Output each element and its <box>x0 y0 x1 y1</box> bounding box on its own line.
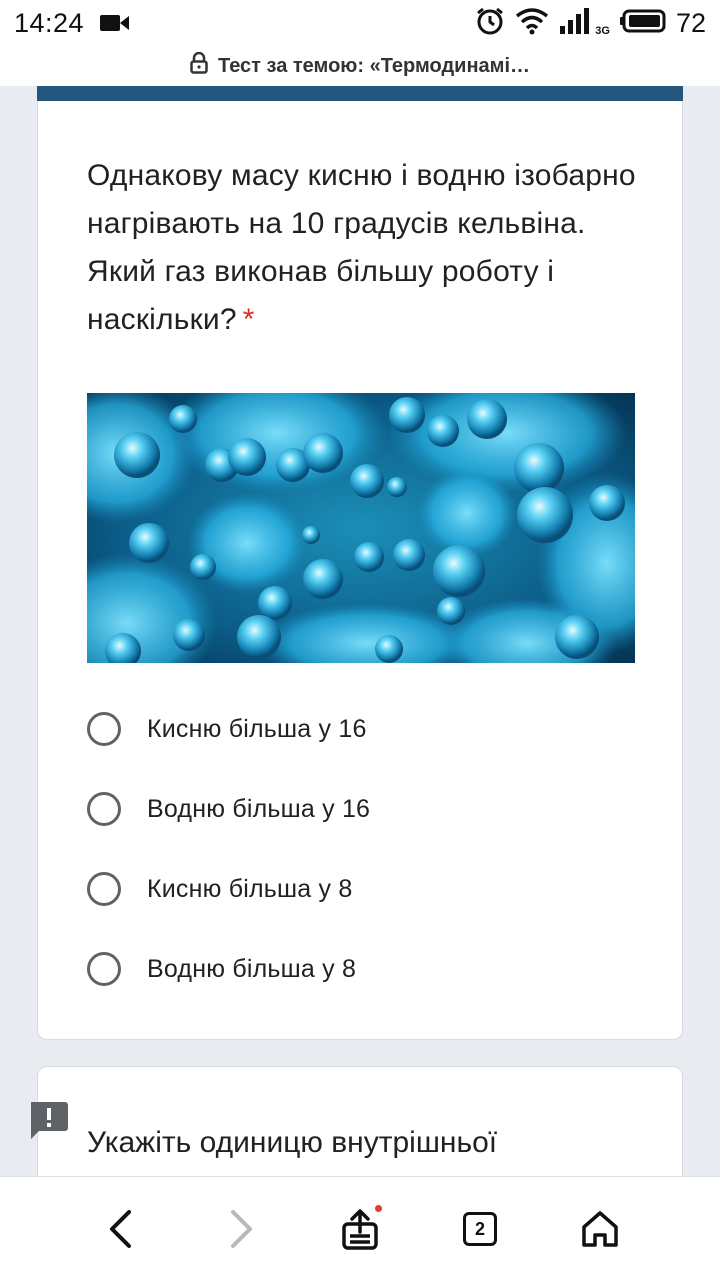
option-item[interactable]: Водню більша у 16 <box>87 769 647 849</box>
tab-count: 2 <box>463 1212 497 1246</box>
radio-button[interactable] <box>87 872 121 906</box>
option-item[interactable]: Кисню більша у 8 <box>87 849 647 929</box>
answer-options: Кисню більша у 16 Водню більша у 16 Кисн… <box>87 689 647 1009</box>
forward-icon[interactable] <box>220 1207 264 1251</box>
option-label: Водню більша у 16 <box>147 794 371 823</box>
status-bar: 14:24 3G 72 <box>0 0 720 46</box>
battery-level: 72 <box>675 8 706 38</box>
question-text: Однакову масу кисню і водню ізобарно наг… <box>87 159 636 336</box>
alarm-icon <box>475 6 505 41</box>
url-bar[interactable]: Тест за темою: «Термодинамі… <box>0 46 720 86</box>
wifi-icon <box>515 7 549 40</box>
option-item[interactable]: Водню більша у 8 <box>87 929 647 1009</box>
question-card: Однакову масу кисню і водню ізобарно наг… <box>37 86 683 1040</box>
bottom-nav: 2 <box>0 1176 720 1280</box>
network-type: 3G <box>595 24 610 37</box>
report-feedback-icon[interactable] <box>27 1100 69 1147</box>
question-image-bubbles <box>87 393 635 663</box>
option-label: Водню більша у 8 <box>147 954 357 983</box>
notification-dot <box>375 1205 382 1212</box>
radio-button[interactable] <box>87 792 121 826</box>
option-item[interactable]: Кисню більша у 16 <box>87 689 647 769</box>
radio-button[interactable] <box>87 712 121 746</box>
status-icons: 3G 72 <box>475 6 706 41</box>
next-question-title: Укажіть одиницю внутрішньої <box>87 1126 498 1159</box>
home-icon[interactable] <box>578 1207 622 1251</box>
battery-icon <box>619 9 666 38</box>
status-time: 14:24 <box>14 8 85 38</box>
option-label: Кисню більша у 8 <box>147 874 353 903</box>
back-icon[interactable] <box>98 1207 142 1251</box>
video-icon <box>100 13 130 38</box>
signal-icon <box>559 8 591 39</box>
required-mark: * <box>242 303 255 336</box>
lock-icon <box>190 51 208 80</box>
card-accent-bar <box>37 86 683 101</box>
radio-button[interactable] <box>87 952 121 986</box>
page-title: Тест за темою: «Термодинамі… <box>217 54 531 77</box>
tabs-icon[interactable]: 2 <box>458 1207 502 1251</box>
share-icon[interactable] <box>338 1205 382 1251</box>
option-label: Кисню більша у 16 <box>147 714 367 743</box>
question-title: Однакову масу кисню і водню ізобарно наг… <box>87 152 647 344</box>
